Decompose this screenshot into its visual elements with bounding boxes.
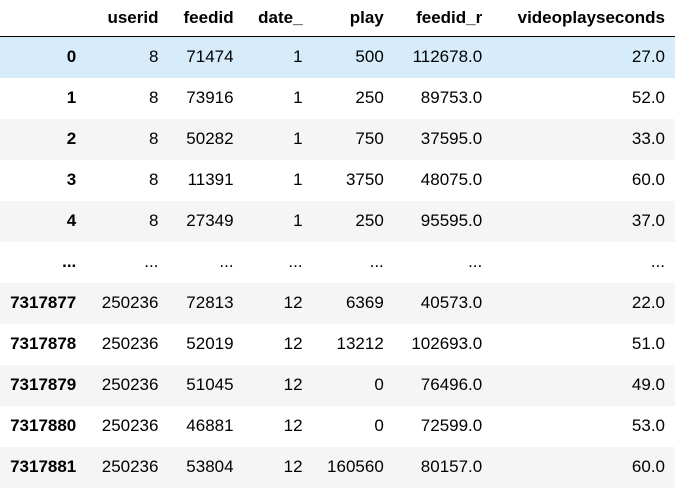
table-row: 7317879 250236 51045 12 0 76496.0 49.0 (0, 364, 675, 406)
table-cell: 250 (355, 88, 384, 107)
table-cell: 53804 (186, 457, 234, 476)
row-index: 7317880 (10, 416, 77, 435)
table-row: 7317877 250236 72813 12 6369 40573.0 22.0 (0, 282, 675, 324)
dataframe-table: userid feedid date_ play feedid_r videop… (0, 0, 675, 488)
header-row: userid feedid date_ play feedid_r videop… (0, 0, 675, 37)
table-cell: 51045 (186, 375, 234, 394)
table-row: 7317881 250236 53804 12 160560 80157.0 60.0 (0, 446, 675, 488)
table-cell: 72599.0 (420, 416, 483, 435)
table-cell: 1 (293, 129, 303, 148)
table-cell: 76496.0 (420, 375, 483, 394)
table-row: 0 8 71474 1 500 112678.0 27.0 (0, 36, 675, 78)
table-row: 7317880 250236 46881 12 0 72599.0 53.0 (0, 406, 675, 447)
table-cell: 1 (293, 88, 303, 107)
table-cell: 73916 (186, 88, 234, 107)
table-cell: 71474 (186, 47, 234, 67)
table-cell: 60.0 (631, 170, 665, 189)
table-cell: 37595.0 (420, 129, 483, 148)
table-cell: 8 (149, 47, 159, 67)
table-cell: 27.0 (631, 47, 665, 67)
table-cell: ... (219, 252, 234, 271)
column-header-feedid: feedid (168, 0, 244, 37)
row-index: 7317881 (10, 457, 77, 476)
row-index: 7317878 (10, 334, 77, 353)
table-cell: 3750 (345, 170, 384, 189)
table-cell: 12 (283, 293, 303, 312)
table-cell: 95595.0 (420, 211, 483, 230)
table-cell: 50282 (186, 129, 234, 148)
row-index: 0 (66, 47, 77, 67)
table-cell: 6369 (345, 293, 384, 312)
table-cell: 12 (283, 416, 303, 435)
table-cell: ... (468, 252, 483, 271)
table-cell: 250236 (101, 457, 159, 476)
table-cell: 250236 (101, 416, 159, 435)
table-cell: 46881 (186, 416, 234, 435)
table-cell: 49.0 (631, 375, 665, 394)
column-header-play: play (312, 0, 394, 37)
table-row: 4 8 27349 1 250 95595.0 37.0 (0, 200, 675, 242)
row-index: 7317879 (10, 375, 77, 394)
column-header-date: date_ (243, 0, 313, 37)
table-cell: 48075.0 (420, 170, 483, 189)
table-cell: 12 (283, 334, 303, 353)
table-cell: 1 (293, 211, 303, 230)
table-body: 0 8 71474 1 500 112678.0 27.0 1 8 73916 1 250 89753.… (0, 36, 675, 488)
row-index: 4 (66, 211, 77, 230)
table-cell: 53.0 (631, 416, 665, 435)
index-header (0, 0, 87, 37)
column-header-videoplayseconds: videoplayseconds (492, 0, 675, 37)
table-cell: 40573.0 (420, 293, 483, 312)
row-index: 1 (66, 88, 77, 107)
table-cell: 12 (283, 375, 303, 394)
table-cell: 52.0 (631, 88, 665, 107)
table-cell: 250236 (101, 375, 159, 394)
table-header: userid feedid date_ play feedid_r videop… (0, 0, 675, 37)
table-cell: 8 (149, 170, 159, 189)
table-cell: 250236 (101, 334, 159, 353)
table-cell: 12 (283, 457, 303, 476)
table-cell: 72813 (186, 293, 234, 312)
row-index: 7317877 (10, 293, 77, 312)
table-cell: ... (650, 252, 665, 271)
table-row: 7317878 250236 52019 12 13212 102693.0 51.0 (0, 324, 675, 365)
table-cell: 8 (149, 88, 159, 107)
table-cell: 13212 (336, 334, 384, 353)
table-cell: 1 (293, 47, 303, 67)
table-cell: 8 (149, 211, 159, 230)
table-cell: 1 (293, 170, 303, 189)
table-cell: ... (369, 252, 384, 271)
table-cell: 112678.0 (412, 47, 483, 67)
table-cell: 33.0 (631, 129, 665, 148)
table-cell: 0 (374, 375, 384, 394)
table-cell: ... (288, 252, 303, 271)
table-row: 1 8 73916 1 250 89753.0 52.0 (0, 78, 675, 119)
table-row: 2 8 50282 1 750 37595.0 33.0 (0, 118, 675, 160)
table-cell: 0 (374, 416, 384, 435)
table-cell: 51.0 (631, 334, 665, 353)
table-cell: 8 (149, 129, 159, 148)
table-row: ..................... (0, 242, 675, 283)
table-cell: 750 (355, 129, 384, 148)
table-cell: 60.0 (631, 457, 665, 476)
table-cell: 500 (355, 47, 384, 67)
table-cell: 80157.0 (420, 457, 483, 476)
table-cell: 11391 (187, 170, 234, 189)
table-cell: 102693.0 (411, 334, 483, 353)
row-index: 3 (66, 170, 77, 189)
table-cell: 27349 (186, 211, 234, 230)
table-cell: 160560 (327, 457, 384, 476)
column-header-feedid-r: feedid_r (393, 0, 493, 37)
table-cell: 89753.0 (420, 88, 483, 107)
table-cell: 22.0 (631, 293, 665, 312)
table-cell: ... (144, 252, 159, 271)
row-index: ... (62, 252, 77, 271)
column-header-userid: userid (86, 0, 169, 37)
row-index: 2 (66, 129, 77, 148)
table-row: 3 8 11391 1 3750 48075.0 60.0 (0, 160, 675, 201)
table-cell: 250236 (101, 293, 159, 312)
table-cell: 250 (355, 211, 384, 230)
table-cell: 37.0 (631, 211, 665, 230)
table-cell: 52019 (186, 334, 234, 353)
